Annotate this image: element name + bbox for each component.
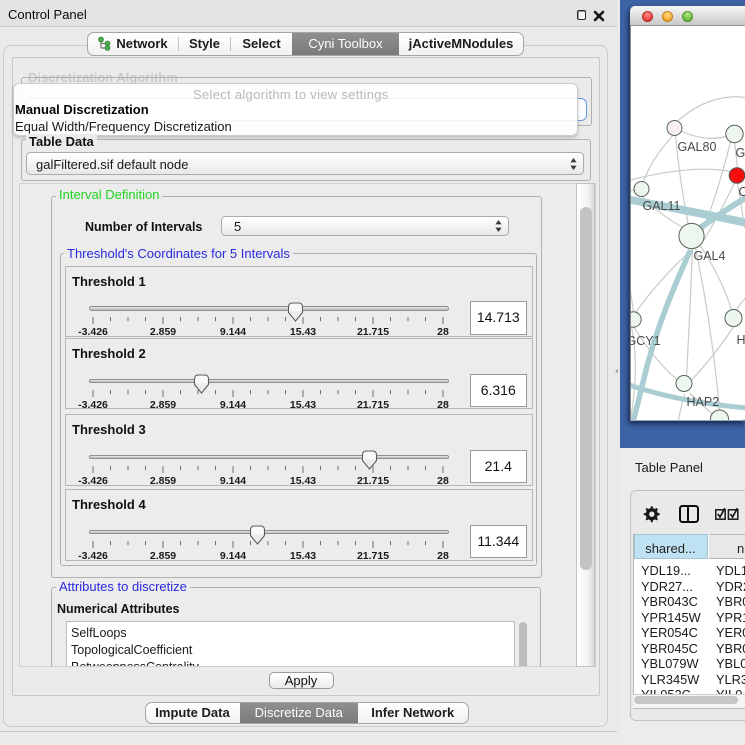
svg-text:GAL80: GAL80: [677, 140, 716, 154]
svg-text:HI: HI: [736, 333, 745, 347]
svg-text:HAP2: HAP2: [686, 395, 719, 409]
svg-text:GA: GA: [735, 146, 745, 160]
svg-text:GAL4: GAL4: [693, 249, 725, 263]
svg-text:GAL11: GAL11: [642, 199, 680, 213]
svg-text:C: C: [738, 185, 745, 199]
svg-text:GCY1: GCY1: [631, 334, 661, 348]
